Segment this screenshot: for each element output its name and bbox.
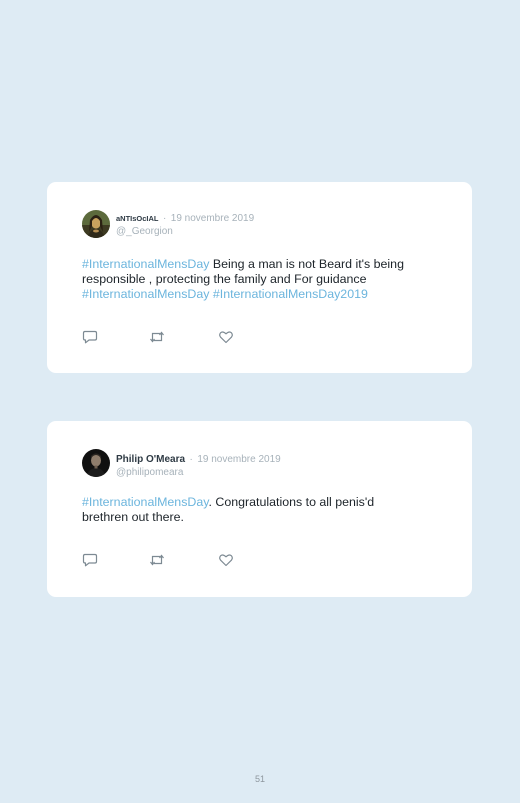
tweet-date[interactable]: 19 novembre 2019 bbox=[171, 213, 254, 224]
hashtag-link[interactable]: #InternationalMensDay bbox=[82, 257, 209, 271]
dark-portrait-avatar[interactable] bbox=[82, 449, 110, 477]
hashtag-link[interactable]: #InternationalMensDay bbox=[82, 495, 209, 509]
author-name[interactable]: aNTIsOcIAL bbox=[116, 214, 159, 223]
separator: · bbox=[189, 454, 193, 465]
like-icon[interactable] bbox=[218, 553, 234, 567]
tweet-date[interactable]: 19 novembre 2019 bbox=[197, 454, 280, 465]
tweet-text: #InternationalMensDay. Congratulations t… bbox=[82, 495, 412, 525]
retweet-icon[interactable] bbox=[149, 330, 165, 344]
hashtag-link[interactable]: #InternationalMensDay2019 bbox=[213, 287, 368, 301]
retweet-icon[interactable] bbox=[149, 553, 165, 567]
reply-icon[interactable] bbox=[82, 330, 98, 344]
author-name[interactable]: Philip O'Meara bbox=[116, 454, 185, 465]
mona-lisa-avatar[interactable] bbox=[82, 210, 110, 238]
tweet-meta: aNTIsOcIAL · 19 novembre 2019 @_Georgion bbox=[116, 210, 254, 238]
page-number: 51 bbox=[254, 774, 265, 784]
like-icon[interactable] bbox=[218, 330, 234, 344]
tweet-card: Philip O'Meara · 19 novembre 2019 @phili… bbox=[47, 421, 472, 597]
author-handle[interactable]: @_Georgion bbox=[116, 225, 254, 238]
tweet-meta: Philip O'Meara · 19 novembre 2019 @phili… bbox=[116, 451, 281, 479]
separator: · bbox=[162, 213, 167, 224]
author-handle[interactable]: @philipomeara bbox=[116, 466, 281, 479]
tweet-card: aNTIsOcIAL · 19 novembre 2019 @_Georgion… bbox=[47, 182, 472, 373]
reply-icon[interactable] bbox=[82, 553, 98, 567]
tweet-text: #InternationalMensDay Being a man is not… bbox=[82, 257, 442, 302]
hashtag-link[interactable]: #InternationalMensDay bbox=[82, 287, 209, 301]
